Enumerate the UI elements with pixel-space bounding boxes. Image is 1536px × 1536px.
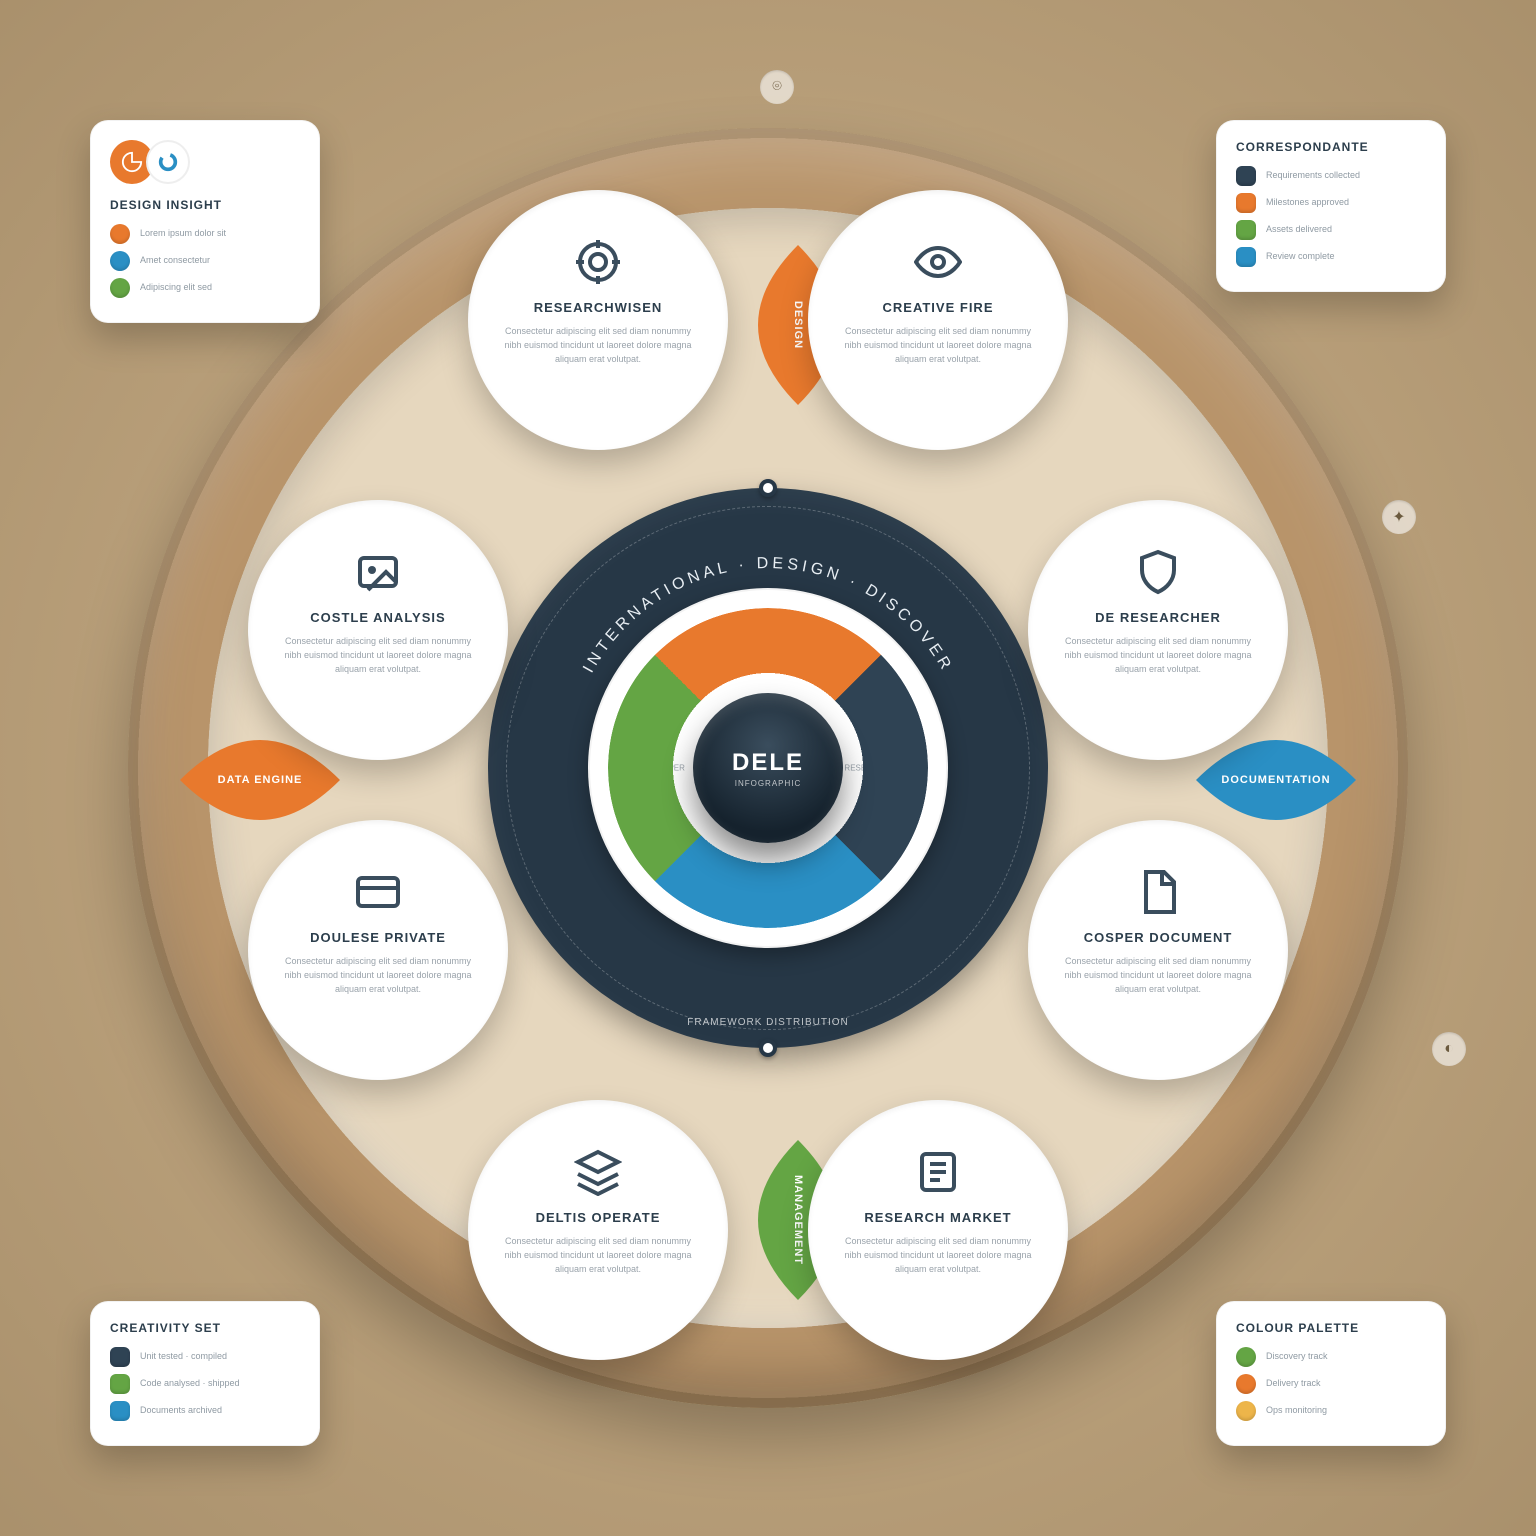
node-desc: Consectetur adipiscing elit sed diam non… (842, 325, 1034, 367)
node-title: COSTLE ANALYSIS (310, 610, 445, 625)
hub-knob: DELE INFOGRAPHIC (693, 693, 843, 843)
eye-icon (914, 238, 962, 286)
card-item: Adipiscing elit sed (140, 282, 212, 294)
node-5: DOULESE PRIVATE Consectetur adipiscing e… (248, 820, 508, 1080)
leaf-right-label: DOCUMENTATION (1221, 774, 1330, 786)
node-desc: Consectetur adipiscing elit sed diam non… (502, 325, 694, 367)
note-icon (914, 1148, 962, 1196)
node-title: DELTIS OPERATE (536, 1210, 661, 1225)
card-item: Lorem ipsum dolor sit (140, 228, 226, 240)
card-title: DESIGN INSIGHT (110, 198, 300, 212)
node-title: COSPER DOCUMENT (1084, 930, 1233, 945)
card-item: Milestones approved (1266, 197, 1349, 209)
corner-card-br: COLOUR PALETTE Discovery track Delivery … (1216, 1301, 1446, 1446)
gallery-icon (354, 548, 402, 596)
node-desc: Consectetur adipiscing elit sed diam non… (842, 1235, 1034, 1277)
node-desc: Consectetur adipiscing elit sed diam non… (282, 635, 474, 677)
card-item: Amet consectetur (140, 255, 210, 267)
corner-card-bl: CREATIVITY SET Unit tested · compiled Co… (90, 1301, 320, 1446)
card-item: Code analysed · shipped (140, 1378, 240, 1390)
shield-icon (1134, 548, 1182, 596)
node-title: DOULESE PRIVATE (310, 930, 446, 945)
node-title: DE RESEARCHER (1095, 610, 1221, 625)
card-item: Unit tested · compiled (140, 1351, 227, 1363)
hub-logo: DELE (732, 749, 804, 777)
card-item: Discovery track (1266, 1351, 1328, 1363)
leaf-left: DATA ENGINE (180, 740, 340, 820)
card-title: CREATIVITY SET (110, 1321, 300, 1335)
card-item: Requirements collected (1266, 170, 1360, 182)
node-title: RESEARCHWISEN (534, 300, 663, 315)
node-6: COSPER DOCUMENT Consectetur adipiscing e… (1028, 820, 1288, 1080)
ambient-marker-icon: ⌾ (760, 70, 794, 104)
ambient-marker-icon: ◐ (1432, 1032, 1466, 1066)
hub-caption: FRAMEWORK DISTRIBUTION (687, 1017, 848, 1028)
node-7: DELTIS OPERATE Consectetur adipiscing el… (468, 1100, 728, 1360)
leaf-right: DOCUMENTATION (1196, 740, 1356, 820)
card-item: Delivery track (1266, 1378, 1321, 1390)
node-8: RESEARCH MARKET Consectetur adipiscing e… (808, 1100, 1068, 1360)
node-desc: Consectetur adipiscing elit sed diam non… (1062, 955, 1254, 997)
card-item: Review complete (1266, 251, 1335, 263)
ambient-marker-icon: ✦ (1382, 500, 1416, 534)
hub-pin-top (759, 479, 777, 497)
node-4: DE RESEARCHER Consectetur adipiscing eli… (1028, 500, 1288, 760)
card-icon (354, 868, 402, 916)
leaf-left-label: DATA ENGINE (218, 774, 303, 786)
node-title: RESEARCH MARKET (864, 1210, 1011, 1225)
hub-logo-sub: INFOGRAPHIC (735, 779, 802, 788)
card-title: COLOUR PALETTE (1236, 1321, 1426, 1335)
leaf-bottom-label: MANAGEMENT (792, 1175, 804, 1265)
card-item: Documents archived (140, 1405, 222, 1417)
node-3: COSTLE ANALYSIS Consectetur adipiscing e… (248, 500, 508, 760)
center-hub: INTERNATIONAL · DESIGN · DISCOVER DESIGN… (488, 488, 1048, 1048)
node-2: CREATIVE FIRE Consectetur adipiscing eli… (808, 190, 1068, 450)
card-item: Ops monitoring (1266, 1405, 1327, 1417)
doc-icon (1134, 868, 1182, 916)
target-icon (574, 238, 622, 286)
node-1: RESEARCHWISEN Consectetur adipiscing eli… (468, 190, 728, 450)
leaf-top-label: DESIGN (792, 301, 804, 349)
node-desc: Consectetur adipiscing elit sed diam non… (502, 1235, 694, 1277)
stack-icon (574, 1148, 622, 1196)
donut-icon (146, 140, 190, 184)
node-title: CREATIVE FIRE (883, 300, 994, 315)
card-item: Assets delivered (1266, 224, 1332, 236)
card-title: CORRESPONDANTE (1236, 140, 1426, 154)
node-desc: Consectetur adipiscing elit sed diam non… (1062, 635, 1254, 677)
corner-card-tl: DESIGN INSIGHT Lorem ipsum dolor sit Ame… (90, 120, 320, 323)
corner-card-tr: CORRESPONDANTE Requirements collected Mi… (1216, 120, 1446, 292)
node-desc: Consectetur adipiscing elit sed diam non… (282, 955, 474, 997)
hub-pin-bottom (759, 1039, 777, 1057)
